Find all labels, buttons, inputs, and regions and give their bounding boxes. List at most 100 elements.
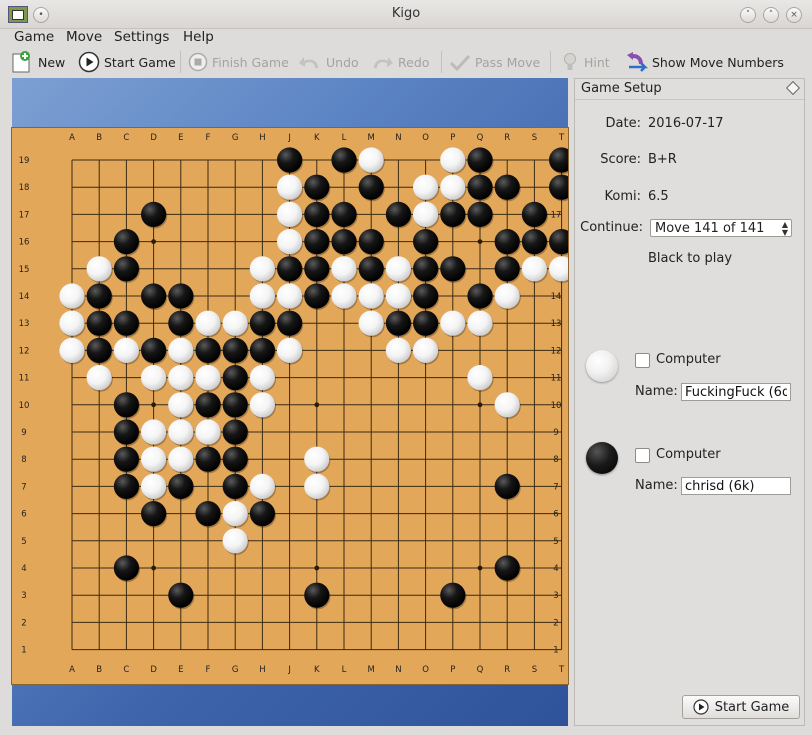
menu-help[interactable]: Help	[183, 29, 214, 45]
black-name-input[interactable]	[681, 477, 791, 495]
black-stone	[141, 337, 167, 363]
row-coordinate-label: 6	[21, 510, 26, 520]
new-game-button[interactable]: New	[10, 50, 65, 74]
row-coordinate-label: 11	[551, 374, 562, 384]
continue-move-select[interactable]: Move 141 of 141 ▲ ▼	[650, 219, 792, 237]
white-stone	[59, 283, 85, 309]
column-coordinate-label: C	[123, 133, 129, 143]
white-stone	[168, 337, 194, 363]
white-stone	[467, 365, 493, 391]
black-stone	[141, 501, 167, 527]
hint-button[interactable]: Hint	[560, 50, 610, 74]
black-stone	[467, 283, 493, 309]
go-board[interactable]: A A B B C C D D E E F F G G H H J J K K L L M M N N O O P P Q Q R R S S T T 19…	[12, 128, 576, 684]
black-stone	[467, 174, 493, 200]
start-game-button[interactable]: Start Game	[78, 50, 176, 74]
column-coordinate-label: H	[259, 133, 265, 143]
column-coordinate-label: E	[178, 133, 183, 143]
play-icon	[78, 51, 100, 73]
to-play-status: Black to play	[648, 251, 733, 266]
checkmark-icon	[449, 54, 471, 72]
row-coordinate-label: 15	[19, 265, 30, 275]
close-icon[interactable]: ×	[786, 7, 802, 23]
move-numbers-arrow-icon	[627, 52, 648, 72]
white-stone	[59, 337, 85, 363]
row-coordinate-label: 19	[19, 156, 30, 166]
start-game-panel-label: Start Game	[714, 699, 790, 715]
row-coordinate-label: 17	[19, 210, 30, 220]
black-stone	[521, 201, 547, 227]
komi-value: 6.5	[648, 189, 669, 204]
white-computer-checkbox[interactable]	[635, 353, 650, 368]
row-coordinate-label: 5	[21, 537, 26, 547]
go-board-grid[interactable]: AABBCCDDEEFFGGHHJJKKLLMMNNOOPPQQRRSSTT19…	[12, 128, 576, 684]
black-stone	[222, 337, 248, 363]
redo-label: Redo	[398, 54, 430, 70]
black-stone	[113, 256, 139, 282]
column-coordinate-label: R	[504, 133, 510, 143]
black-stone	[358, 229, 384, 255]
black-stone	[113, 555, 139, 581]
black-stone	[86, 283, 112, 309]
white-name-input[interactable]	[681, 383, 791, 401]
panel-float-icon[interactable]	[785, 80, 801, 96]
column-coordinate-label: D	[150, 133, 157, 143]
white-stone	[86, 256, 112, 282]
white-stone	[168, 446, 194, 472]
black-stone	[113, 419, 139, 445]
black-stone	[277, 147, 303, 173]
white-stone	[195, 419, 221, 445]
column-coordinate-label: T	[558, 665, 565, 675]
black-stone	[440, 201, 466, 227]
finish-game-button[interactable]: Finish Game	[188, 50, 289, 74]
row-coordinate-label: 1	[21, 646, 26, 656]
minimize-icon[interactable]: ˅	[740, 7, 756, 23]
black-stone	[141, 283, 167, 309]
white-stone	[549, 256, 575, 282]
menu-move[interactable]: Move	[66, 29, 102, 45]
column-coordinate-label: J	[287, 665, 291, 675]
white-stone	[304, 446, 330, 472]
black-stone	[494, 174, 520, 200]
undo-button[interactable]: Undo	[298, 50, 359, 74]
column-coordinate-label: B	[96, 133, 102, 143]
menu-settings[interactable]: Settings	[114, 29, 169, 45]
black-stone	[413, 310, 439, 336]
column-coordinate-label: L	[342, 133, 347, 143]
spin-arrows-icon[interactable]: ▲ ▼	[782, 221, 788, 237]
column-coordinate-label: K	[314, 133, 320, 143]
row-coordinate-label: 8	[21, 455, 26, 465]
white-stone	[168, 365, 194, 391]
column-coordinate-label: N	[395, 665, 401, 675]
redo-icon	[374, 57, 393, 68]
row-coordinate-label: 9	[21, 428, 26, 438]
panel-splitter[interactable]	[569, 78, 573, 726]
redo-button[interactable]: Redo	[370, 50, 429, 74]
row-coordinate-label: 7	[553, 482, 558, 492]
black-computer-checkbox[interactable]	[635, 448, 650, 463]
new-document-icon	[12, 51, 30, 73]
row-coordinate-label: 5	[553, 537, 558, 547]
pass-move-button[interactable]: Pass Move	[449, 50, 540, 74]
row-coordinate-label: 3	[21, 591, 26, 601]
black-stone	[249, 501, 275, 527]
column-coordinate-label: J	[287, 133, 291, 143]
column-coordinate-label: D	[150, 665, 157, 675]
white-stone	[494, 283, 520, 309]
row-coordinate-label: 10	[19, 401, 30, 411]
black-stone	[385, 310, 411, 336]
black-stone	[304, 582, 330, 608]
maximize-icon[interactable]: ˄	[763, 7, 779, 23]
black-stone	[168, 310, 194, 336]
white-stone	[521, 256, 547, 282]
show-move-numbers-button[interactable]: Show Move Numbers	[624, 50, 784, 74]
black-stone	[168, 582, 194, 608]
menu-game[interactable]: Game	[14, 29, 54, 45]
panel-title: Game Setup	[581, 81, 662, 96]
star-point	[314, 565, 320, 571]
white-stone	[494, 392, 520, 418]
start-game-panel-button[interactable]: Start Game	[682, 695, 800, 719]
black-stone	[222, 392, 248, 418]
black-stone	[413, 229, 439, 255]
black-stone-icon	[586, 442, 618, 474]
